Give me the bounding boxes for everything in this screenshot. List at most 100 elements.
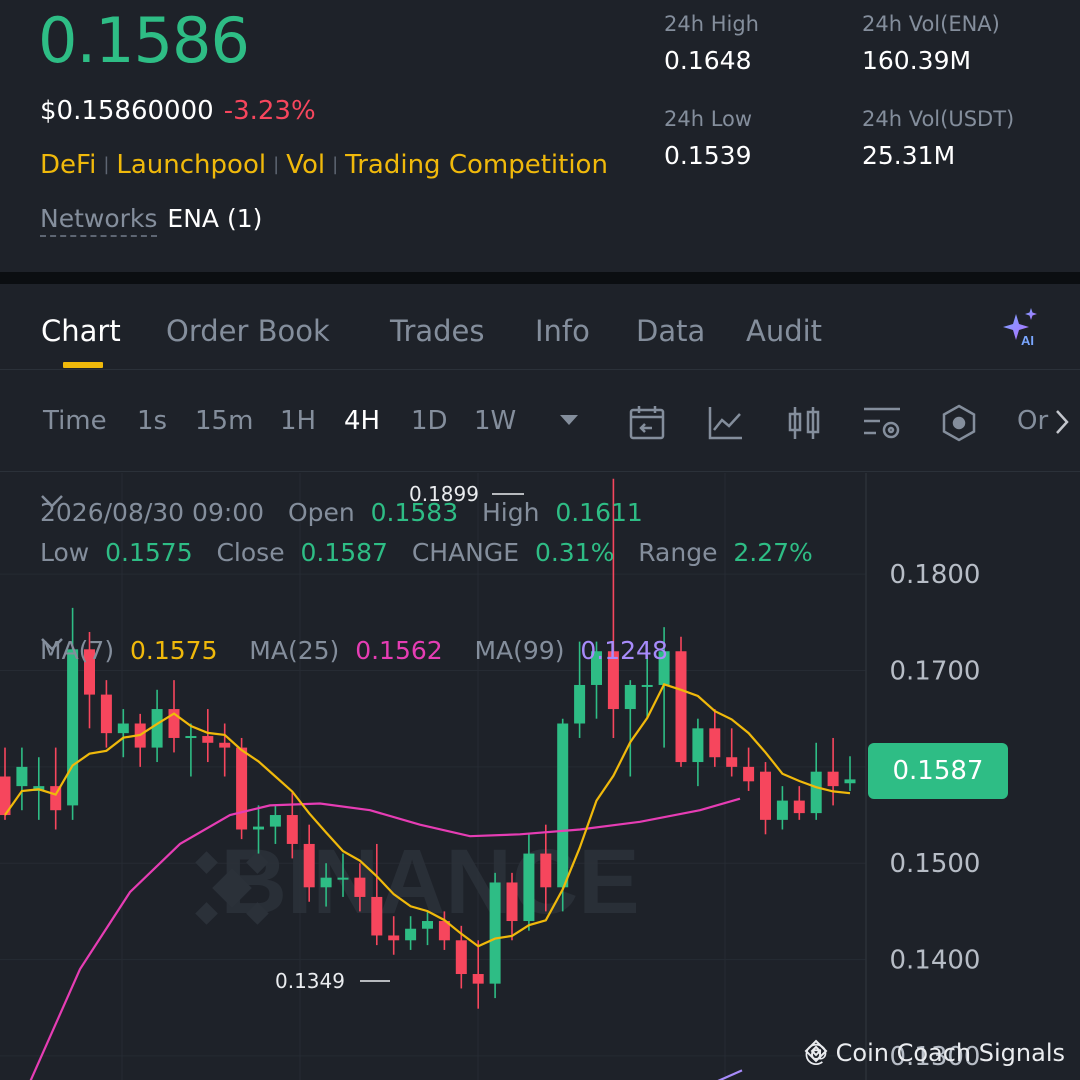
timeframe-1w[interactable]: 1W [474, 406, 516, 436]
timeframe-dropdown-icon[interactable] [558, 412, 580, 431]
candle-datetime: 2026/08/30 09:00 [40, 498, 265, 527]
ma-legend: MA(7) 0.1575 MA(25) 0.1562 MA(99) 0.1248 [40, 636, 668, 665]
candle-up [844, 779, 856, 784]
collapse-info-icon [41, 495, 63, 508]
stat-24h-vol-quote-label: 24h Vol(USDT) [862, 107, 1015, 131]
chevron-right-icon[interactable] [1052, 408, 1072, 440]
candle-up [320, 877, 332, 888]
candle-up [253, 826, 264, 830]
networks-label[interactable]: Networks [40, 204, 158, 237]
collapse-ma-icon [41, 638, 63, 651]
last-price: 0.1586 [38, 4, 250, 77]
svg-text:AI: AI [1021, 333, 1034, 348]
tab-bar: Chart Order Book Trades Info Data Audit [0, 284, 1080, 370]
hexagon-icon[interactable] [940, 404, 978, 446]
tag-vol[interactable]: Vol [286, 150, 325, 180]
candle-close: 0.1587 [300, 538, 388, 567]
candle-up [624, 684, 636, 710]
candle-down [760, 771, 771, 820]
current-price-tag: 0.1587 [868, 743, 1008, 799]
tab-data[interactable]: Data [636, 314, 705, 348]
timeframe-1h[interactable]: 1H [280, 406, 316, 436]
binance-watermark: BINANCE [220, 831, 639, 933]
candle-down [743, 766, 755, 782]
ma25-value: 0.1562 [355, 636, 443, 665]
timeframe-1d[interactable]: 1D [411, 406, 448, 436]
tag-launchpool[interactable]: Launchpool [116, 150, 266, 180]
ai-sparkle-icon[interactable]: AI [998, 306, 1042, 354]
stat-24h-high-label: 24h High [664, 12, 759, 36]
candle-up [489, 882, 501, 984]
stat-24h-low-label: 24h Low [664, 107, 753, 131]
candle-down [506, 882, 518, 922]
stat-24h-vol-base: 24h Vol(ENA) 160.39M [862, 12, 1000, 75]
tab-audit[interactable]: Audit [746, 314, 822, 348]
tab-order-book[interactable]: Order Book [166, 314, 330, 348]
candle-up [641, 684, 653, 687]
timeframe-15m[interactable]: 15m [195, 406, 253, 436]
candle-up [185, 736, 197, 739]
price-chart[interactable]: BINANCE 0.1800 0.1700 0.1500 0.1400 0.1300 0… [0, 473, 1080, 1080]
candle-up [117, 723, 129, 734]
candle-up [557, 723, 569, 888]
tag-defi[interactable]: DeFi [40, 150, 96, 180]
stat-24h-vol-quote: 24h Vol(USDT) 25.31M [862, 107, 1014, 170]
stat-24h-vol-base-label: 24h Vol(ENA) [862, 12, 1000, 36]
indicator-icon[interactable] [706, 404, 744, 446]
timeframe-1s[interactable]: 1s [137, 406, 167, 436]
y-tick-label: 0.1500 [890, 849, 981, 879]
y-tick-label: 0.1800 [890, 560, 981, 590]
candle-type-icon[interactable] [785, 404, 823, 446]
candle-up [67, 649, 79, 806]
candle-up [574, 684, 586, 724]
more-toolbar-label[interactable]: Or [1017, 406, 1048, 436]
candle-down [236, 747, 248, 830]
tab-trades[interactable]: Trades [390, 314, 485, 348]
ma99-value: 0.1248 [580, 636, 668, 665]
candle-up [405, 928, 417, 941]
stat-24h-low: 24h Low 0.1539 [664, 107, 752, 170]
stat-24h-low-value: 0.1539 [664, 141, 752, 170]
candle-info: 2026/08/30 09:00 Open 0.1583 High 0.1611… [40, 493, 820, 573]
candle-down [354, 877, 366, 897]
candle-up [422, 921, 433, 929]
tag-list: DeFi | Launchpool | Vol | Trading Competition [40, 150, 608, 180]
tab-info[interactable]: Info [535, 314, 590, 348]
credit-watermark: @ Coin Coach Signals [804, 1039, 1065, 1067]
candle-down [675, 651, 687, 763]
ma99-tail-line [717, 1069, 743, 1080]
timeframe-4h[interactable]: 4H [344, 406, 380, 436]
networks-row: Networks ENA (1) [40, 204, 263, 237]
stat-24h-vol-quote-value: 25.31M [862, 141, 956, 170]
networks-value: ENA (1) [167, 204, 263, 233]
credit-text: @ Coin Coach Signals [804, 1039, 1065, 1067]
candle-down [540, 853, 552, 888]
ma7-value: 0.1575 [130, 636, 218, 665]
tag-separator: | [103, 154, 110, 175]
candle-down [388, 935, 400, 941]
candle-range-label: Range [638, 538, 718, 567]
candle-down [726, 757, 738, 767]
min-price-label: 0.1349 [275, 969, 345, 993]
candle-change-label: CHANGE [411, 538, 520, 567]
candle-open-label: Open [287, 498, 355, 527]
binance-small-logo-icon [804, 1039, 828, 1063]
price-usd: $0.15860000 [40, 96, 214, 126]
candle-low: 0.1575 [105, 538, 193, 567]
tab-chart[interactable]: Chart [41, 314, 121, 348]
y-tick-label: 0.1400 [890, 946, 981, 976]
candle-high: 0.1611 [555, 498, 643, 527]
candle-down [793, 800, 805, 814]
candle-up [776, 800, 788, 820]
tag-trading-competition[interactable]: Trading Competition [345, 150, 608, 180]
candle-down [472, 974, 484, 984]
candle-close-label: Close [216, 538, 285, 567]
candle-up [151, 709, 163, 748]
chart-settings-icon[interactable] [862, 404, 902, 446]
candle-low-label: Low [40, 538, 90, 567]
candle-down [303, 843, 315, 888]
calendar-back-icon[interactable] [628, 404, 666, 446]
timeframe-bar: Time 1s 15m 1H 4H 1D 1W Or [0, 372, 1080, 472]
candle-down [455, 940, 467, 975]
y-axis: 0.18000.17000.15000.14000.1300 [890, 560, 981, 1072]
